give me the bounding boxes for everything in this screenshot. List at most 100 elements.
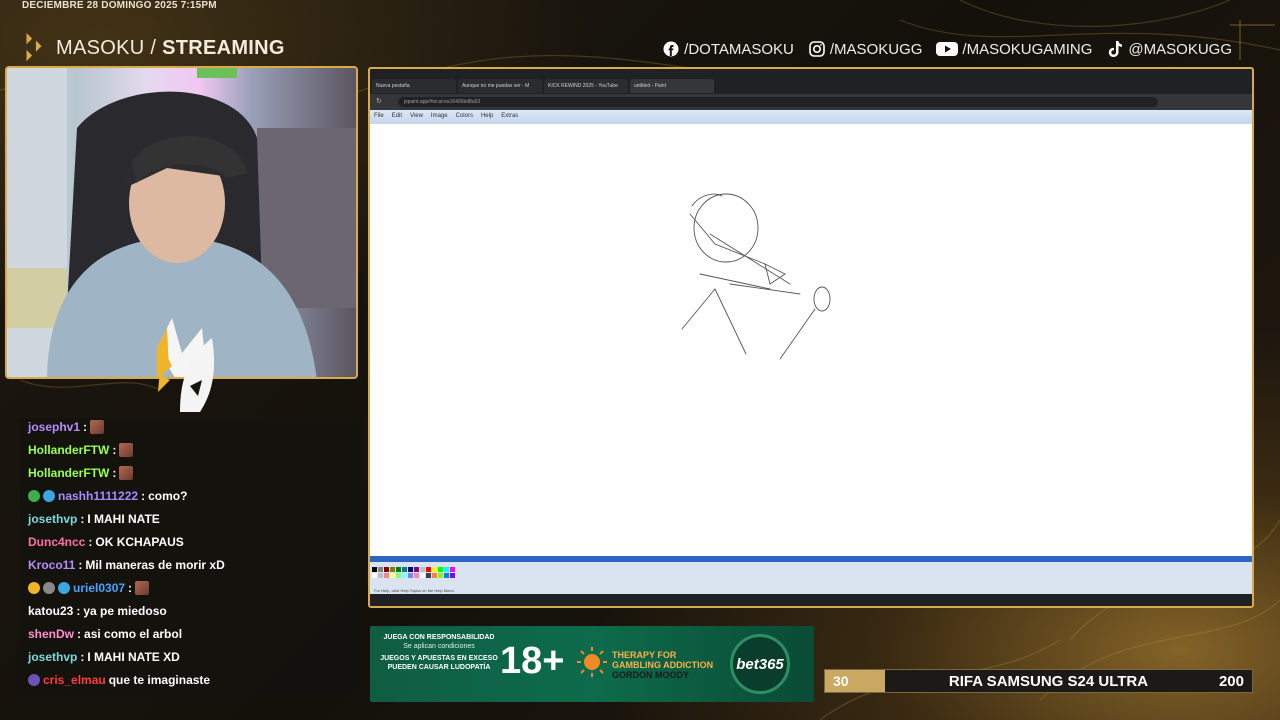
address-bar[interactable]: jspaint.app/#local:ea16406bd8a53 — [398, 97, 1158, 107]
sun-logo-icon — [577, 647, 607, 677]
chat-message: josethvp: I MAHI NATE — [28, 512, 160, 526]
sponsor-banner: JUEGA CON RESPONSABILIDAD Se aplican con… — [370, 626, 814, 702]
chat-emote-icon — [119, 443, 134, 457]
therapy-org: GORDON MOODY — [612, 670, 690, 680]
warning-sub: Se aplican condiciones — [403, 643, 475, 650]
age-restriction: 18+ — [500, 640, 565, 682]
social-facebook-label: /DOTAMASOKU — [684, 40, 794, 58]
browser-toolbar: ↻ jspaint.app/#local:ea16406bd8a53 — [370, 94, 1252, 110]
stream-overlay: DECIEMBRE 28 DOMINGO 2025 7:15PM MASOKU … — [0, 0, 1280, 720]
chat-badge-icon — [43, 490, 55, 502]
social-youtube: /MASOKUGAMING — [936, 40, 1092, 58]
therapy-text: THERAPY FOR GAMBLING ADDICTION GORDON MO… — [612, 650, 713, 680]
chat-username[interactable]: Kroco11 — [28, 558, 75, 572]
stick-figure-drawing — [681, 193, 831, 360]
chat-text: que te imaginaste — [108, 673, 211, 687]
paint-menu-edit[interactable]: Edit — [392, 113, 402, 121]
chat-emote-icon — [135, 581, 150, 595]
chat-username[interactable]: shenDw — [28, 627, 74, 641]
social-tiktok-label: @MASOKUGG — [1128, 40, 1232, 58]
chat-text: Mil maneras de morir xD — [85, 558, 225, 572]
screen-capture: Nueva pestaña Aunque no me puedas ver - … — [368, 67, 1254, 608]
warning-title: JUEGA CON RESPONSABILIDAD — [383, 634, 495, 641]
brand-title: MASOKU / STREAMING — [56, 37, 285, 60]
fox-logo-icon — [158, 338, 215, 412]
chat-username[interactable]: katou23 — [28, 604, 73, 618]
chat-emote-icon — [119, 466, 134, 480]
chat-username[interactable]: HollanderFTW — [28, 466, 109, 480]
chat-text: asi como el arbol — [84, 627, 183, 641]
chat-username[interactable]: josephv1 — [28, 420, 80, 434]
chat-message: HollanderFTW: — [28, 466, 134, 480]
streamer-figure — [7, 68, 356, 377]
chat-message: katou23: ya pe miedoso — [28, 604, 167, 618]
chat-username[interactable]: nashh1111222 — [58, 489, 138, 503]
chat-username[interactable]: Dunc4ncc — [28, 535, 85, 549]
paint-menu-file[interactable]: File — [374, 113, 384, 121]
browser-tab[interactable]: Aunque no me puedas ver - M — [458, 79, 542, 93]
brand-separator: / — [144, 36, 163, 59]
datetime-label: DECIEMBRE 28 DOMINGO 2025 7:15PM — [22, 0, 217, 11]
browser-tab-strip: Nueva pestaña Aunque no me puedas ver - … — [370, 79, 1252, 93]
therapy-line1: THERAPY FOR — [612, 650, 677, 660]
paint-menu-image[interactable]: Image — [431, 113, 448, 121]
chat-message: Kroco11: Mil maneras de morir xD — [28, 558, 225, 572]
browser-tab-active[interactable]: untitled - Paint — [630, 79, 714, 93]
chat-badge-icon — [58, 582, 70, 594]
raffle-current-count: 30 — [825, 670, 885, 692]
chat-text: I MAHI NATE XD — [87, 650, 180, 664]
social-instagram: /MASOKUGG — [808, 40, 923, 58]
chat-username[interactable]: josethvp — [28, 512, 77, 526]
chat-badge-icon — [28, 582, 40, 594]
sponsor-logo[interactable]: bet365 — [730, 634, 790, 694]
chat-username[interactable]: uriel0307 — [73, 581, 125, 595]
chat-username[interactable]: cris_elmau — [43, 673, 106, 687]
responsible-gaming-block: JUEGA CON RESPONSABILIDAD Se aplican con… — [378, 634, 500, 672]
brand-name: MASOKU — [56, 36, 145, 59]
paint-menu-help[interactable]: Help — [481, 113, 493, 121]
youtube-icon — [936, 40, 959, 58]
brand-tag: STREAMING — [162, 36, 285, 59]
chat-emote-icon — [90, 420, 105, 434]
webcam-feed — [5, 66, 358, 379]
chat-username[interactable]: HollanderFTW — [28, 443, 109, 457]
chat-message: uriel0307: — [28, 581, 150, 595]
chat-text: I MAHI NATE — [87, 512, 160, 526]
paint-menu-view[interactable]: View — [410, 113, 423, 121]
paint-menu-bar: File Edit View Image Colors Help Extras — [370, 110, 1252, 124]
chat-message: Dunc4ncc: OK KCHAPAUS — [28, 535, 184, 549]
paint-color-bar: For Help, click Help Topics on the Help … — [370, 556, 1252, 594]
therapy-line2: GAMBLING ADDICTION — [612, 660, 714, 670]
chat-text: OK KCHAPAUS — [95, 535, 184, 549]
social-tiktok: @MASOKUGG — [1106, 40, 1232, 58]
raffle-progress-bar: 30 RIFA SAMSUNG S24 ULTRA 200 — [824, 669, 1253, 693]
social-links: /DOTAMASOKU /MASOKUGG /MASOKUGAMING @MAS… — [662, 40, 1232, 58]
chat-badge-icon — [28, 490, 40, 502]
social-instagram-label: /MASOKUGG — [829, 40, 923, 58]
paint-menu-colors[interactable]: Colors — [456, 113, 473, 121]
paint-canvas[interactable] — [370, 124, 1252, 556]
chat-badge-icon — [28, 674, 40, 686]
chat-message: shenDw: asi como el arbol — [28, 627, 183, 641]
brand-logo-icon — [26, 33, 42, 62]
chat-message: josethvp: I MAHI NATE XD — [28, 650, 180, 664]
chat-message: cris_elmau que te imaginaste — [28, 673, 210, 687]
social-youtube-label: /MASOKUGAMING — [962, 40, 1093, 58]
chat-username[interactable]: josethvp — [28, 650, 77, 664]
paint-status-text: For Help, click Help Topics on the Help … — [374, 588, 455, 593]
brand-header: MASOKU / STREAMING — [22, 33, 285, 63]
social-facebook: /DOTAMASOKU — [662, 40, 794, 58]
instagram-icon — [808, 40, 826, 58]
chat-panel: josephv1: HollanderFTW: HollanderFTW: na… — [20, 418, 363, 698]
chat-message: nashh1111222: como? — [28, 489, 187, 503]
tiktok-icon — [1106, 40, 1124, 58]
paint-menu-extras[interactable]: Extras — [501, 113, 518, 121]
reload-icon[interactable]: ↻ — [376, 97, 382, 105]
color-palette[interactable] — [372, 567, 455, 578]
raffle-title: RIFA SAMSUNG S24 ULTRA — [948, 672, 1149, 690]
chat-text: ya pe miedoso — [83, 604, 167, 618]
browser-tab[interactable]: Nueva pestaña — [372, 79, 456, 93]
warning-body: JUEGOS Y APUESTAS EN EXCESO PUEDEN CAUSA… — [380, 655, 498, 671]
browser-tab[interactable]: KICK REWIND 2025 - YouTube — [544, 79, 628, 93]
chat-text: como? — [148, 489, 188, 503]
